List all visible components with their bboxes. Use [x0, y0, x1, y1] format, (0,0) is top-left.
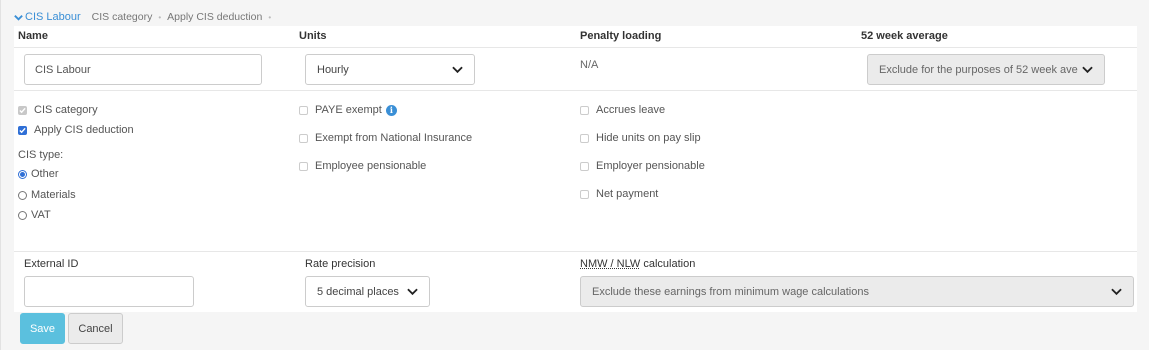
week-average-header: 52 week average: [861, 30, 948, 42]
nmw-abbr: NMW / NLW: [580, 258, 641, 270]
employer-pensionable-label: Employer pensionable: [596, 160, 705, 172]
rate-precision-label: Rate precision: [305, 258, 376, 270]
apply-cis-deduction-label: Apply CIS deduction: [34, 124, 134, 136]
net-payment-checkbox[interactable]: Net payment: [580, 188, 658, 200]
breadcrumb-item-cis-category: CIS category: [91, 11, 153, 23]
nmw-calculation-select[interactable]: Exclude these earnings from minimum wage…: [580, 276, 1134, 307]
paye-exempt-checkbox[interactable]: PAYE exempt i: [299, 104, 397, 116]
apply-cis-deduction-checkbox[interactable]: Apply CIS deduction: [18, 124, 134, 136]
breadcrumb-item-apply-cis: Apply CIS deduction: [167, 11, 263, 23]
units-select-value: Hourly: [317, 63, 349, 76]
penalty-loading-value: N/A: [580, 59, 599, 71]
check-icon: [19, 127, 26, 133]
breadcrumb: CIS Labour CIS category • Apply CIS dedu…: [13, 10, 271, 24]
checkbox-box: [299, 133, 308, 143]
cis-type-vat-radio[interactable]: VAT: [18, 209, 51, 221]
save-button[interactable]: Save: [20, 313, 65, 344]
cancel-button[interactable]: Cancel: [68, 313, 123, 344]
info-icon[interactable]: i: [385, 104, 397, 116]
radio-dot: [18, 169, 27, 179]
radio-dot: [18, 190, 27, 200]
cis-category-label: CIS category: [34, 104, 98, 116]
cis-type-vat-label: VAT: [31, 209, 51, 221]
net-payment-label: Net payment: [596, 188, 659, 200]
hide-units-label: Hide units on pay slip: [596, 132, 701, 144]
chevron-down-icon: [14, 14, 23, 21]
checkbox-box: [580, 133, 589, 143]
checkbox-box: [580, 189, 589, 199]
rate-precision-select[interactable]: 5 decimal places: [305, 276, 430, 307]
top-fields-row: CIS Labour Hourly N/A Exclude for the pu…: [14, 48, 1137, 91]
checkbox-box: [18, 105, 27, 115]
external-id-label: External ID: [24, 258, 79, 270]
exempt-ni-checkbox[interactable]: Exempt from National Insurance: [299, 132, 472, 144]
divider: [14, 251, 1137, 252]
chevron-down-icon: [1111, 288, 1122, 295]
cis-type-materials-radio[interactable]: Materials: [18, 189, 76, 201]
radio-dot: [18, 210, 27, 220]
week-average-select-value: Exclude for the purposes of 52 week ave: [879, 63, 1078, 76]
header-row: Name Units Penalty loading 52 week avera…: [14, 26, 1137, 48]
check-icon: [19, 107, 26, 113]
name-input-value: CIS Labour: [35, 63, 91, 76]
accrues-leave-checkbox[interactable]: Accrues leave: [580, 104, 665, 116]
employee-pensionable-label: Employee pensionable: [315, 160, 427, 172]
hide-units-checkbox[interactable]: Hide units on pay slip: [580, 132, 701, 144]
nmw-suffix: calculation: [640, 258, 696, 270]
external-id-input[interactable]: [24, 276, 194, 307]
breadcrumb-separator: •: [158, 12, 162, 22]
cis-type-other-label: Other: [31, 168, 59, 180]
breadcrumb-separator: •: [268, 12, 272, 22]
pay-item-editor: CIS Labour CIS category • Apply CIS dedu…: [0, 0, 1149, 350]
cis-type-label: CIS type:: [18, 149, 64, 161]
breadcrumb-current[interactable]: CIS Labour: [13, 11, 81, 23]
rate-precision-value: 5 decimal places: [317, 285, 399, 298]
penalty-loading-header: Penalty loading: [580, 30, 662, 42]
checkbox-box: [18, 125, 27, 135]
chevron-down-icon: [452, 66, 463, 73]
name-header: Name: [18, 30, 48, 42]
form-area: Name Units Penalty loading 52 week avera…: [14, 26, 1137, 312]
cis-type-other-radio[interactable]: Other: [18, 168, 59, 180]
employer-pensionable-checkbox[interactable]: Employer pensionable: [580, 160, 705, 172]
chevron-down-icon: [1082, 66, 1093, 73]
name-input[interactable]: CIS Labour: [24, 54, 262, 85]
nmw-calculation-value: Exclude these earnings from minimum wage…: [592, 285, 869, 298]
cis-category-checkbox[interactable]: CIS category: [18, 104, 98, 116]
nmw-calculation-label: NMW / NLW calculation: [580, 258, 695, 270]
paye-exempt-label: PAYE exempt: [315, 104, 382, 116]
chevron-down-icon: [407, 288, 418, 295]
checkbox-box: [580, 105, 589, 115]
checkbox-box: [299, 105, 308, 115]
checkbox-box: [580, 161, 589, 171]
week-average-select[interactable]: Exclude for the purposes of 52 week ave: [867, 54, 1105, 85]
accrues-leave-label: Accrues leave: [596, 104, 666, 116]
units-select[interactable]: Hourly: [305, 54, 475, 85]
checkbox-box: [299, 161, 308, 171]
cis-type-materials-label: Materials: [31, 189, 76, 201]
employee-pensionable-checkbox[interactable]: Employee pensionable: [299, 160, 426, 172]
units-header: Units: [299, 30, 327, 42]
breadcrumb-current-label: CIS Labour: [25, 11, 81, 23]
exempt-ni-label: Exempt from National Insurance: [315, 132, 473, 144]
